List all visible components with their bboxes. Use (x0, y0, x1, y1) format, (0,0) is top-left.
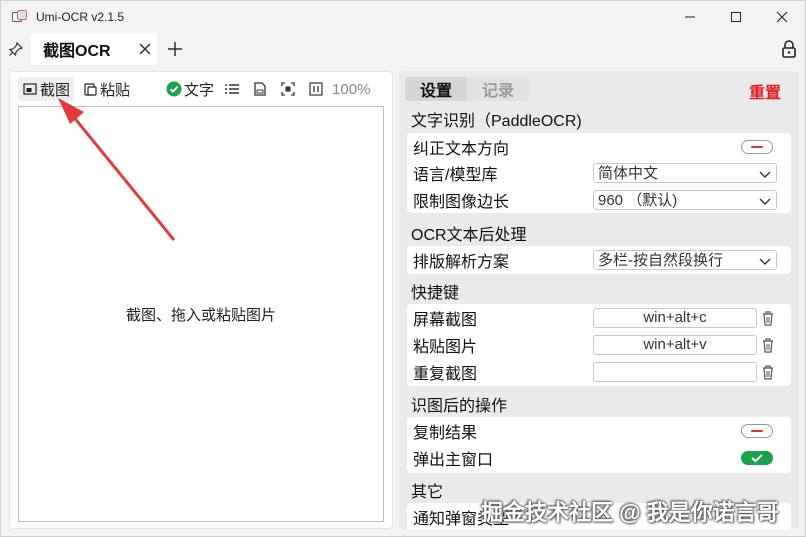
copy-result-toggle[interactable] (741, 423, 773, 438)
ocr-card: 纠正文本方向 语言/模型库 简体中文 限制图像边长 960 （默认) (407, 133, 791, 213)
actual-size-button[interactable] (302, 77, 330, 101)
tab-bar: 截图OCR (1, 33, 805, 65)
popup-main-label: 弹出主窗口 (413, 451, 494, 469)
settings-tabs: 设置 记录 (405, 77, 529, 101)
row-limit: 限制图像边长 960 （默认) (407, 186, 791, 213)
zoom-level: 100% (332, 80, 371, 98)
section-other: 其它 (411, 484, 444, 501)
correct-direction-label: 纠正文本方向 (413, 140, 510, 158)
checkmark-icon (751, 453, 763, 462)
popup-main-toggle[interactable] (741, 450, 773, 465)
plus-icon (168, 42, 182, 56)
layout-value: 多栏-按自然段换行 (598, 252, 723, 269)
check-circle-icon (166, 81, 182, 97)
section-ocr: 文字识别（PaddleOCR) (411, 113, 582, 130)
trash-icon[interactable] (761, 337, 775, 353)
image-toolbar: 截图 粘贴 文字 100% (10, 72, 394, 106)
row-hk-paste: 粘贴图片 win+alt+v (407, 331, 791, 358)
close-icon (776, 11, 788, 23)
maximize-icon (731, 12, 741, 22)
drop-hint: 截图、拖入或粘贴图片 (125, 306, 276, 324)
after-card: 复制结果 弹出主窗口 (407, 417, 791, 473)
section-after: 识图后的操作 (411, 398, 508, 415)
row-layout: 排版解析方案 多栏-按自然段换行 (407, 246, 791, 273)
chevron-down-icon (759, 198, 771, 205)
list-view-button[interactable] (218, 77, 246, 101)
file-icon (254, 82, 266, 96)
trash-icon[interactable] (761, 364, 775, 380)
settings-panel: 设置 记录 重置 文字识别（PaddleOCR) 纠正文本方向 语言/模型库 简… (399, 71, 799, 529)
lock-icon (782, 40, 796, 58)
hk-screenshot-label: 屏幕截图 (413, 311, 478, 329)
pin-button[interactable] (1, 33, 31, 65)
screenshot-button[interactable]: 截图 (18, 77, 75, 101)
paste-button[interactable]: 粘贴 (78, 77, 134, 101)
maximize-button[interactable] (713, 1, 759, 33)
watermark: 掘金技术社区 @ 我是你诺言哥 (481, 500, 779, 525)
list-icon (225, 84, 240, 94)
hk-screenshot-input[interactable]: win+alt+c (593, 307, 757, 328)
row-hk-screenshot: 屏幕截图 win+alt+c (407, 304, 791, 331)
title-bar: Umi-OCR v2.1.5 (1, 1, 805, 33)
screenshot-label: 截图 (40, 81, 71, 99)
chevron-down-icon (759, 258, 771, 265)
text-label: 文字 (184, 81, 215, 99)
copy-result-label: 复制结果 (413, 424, 478, 442)
row-correct-direction: 纠正文本方向 (407, 133, 791, 160)
tab-records[interactable]: 记录 (467, 77, 529, 101)
trash-icon[interactable] (761, 310, 775, 326)
app-logo-icon (12, 10, 28, 24)
lock-button[interactable] (779, 39, 799, 59)
language-value: 简体中文 (598, 165, 659, 182)
app-window: Umi-OCR v2.1.5 截图OCR 截图 粘贴 文字 100% 截图、拖入… (0, 0, 806, 537)
post-card: 排版解析方案 多栏-按自然段换行 (407, 246, 791, 274)
minimize-icon (685, 16, 695, 18)
language-label: 语言/模型库 (413, 166, 498, 184)
minimize-button[interactable] (667, 1, 713, 33)
window-title: Umi-OCR v2.1.5 (36, 10, 125, 24)
hk-repeat-input[interactable] (593, 361, 757, 382)
paste-icon (82, 81, 98, 97)
tab-close-button[interactable] (137, 41, 153, 57)
close-icon (139, 43, 151, 55)
language-select[interactable]: 简体中文 (593, 162, 777, 183)
layout-label: 排版解析方案 (413, 253, 510, 271)
hotkey-card: 屏幕截图 win+alt+c 粘贴图片 win+alt+v 重复截图 (407, 304, 791, 386)
reset-button[interactable]: 重置 (749, 79, 781, 103)
limit-select[interactable]: 960 （默认) (593, 189, 777, 210)
fit-view-button[interactable] (274, 77, 302, 101)
section-post: OCR文本后处理 (411, 227, 527, 244)
limit-value: 960 （默认) (598, 192, 678, 209)
correct-direction-toggle[interactable] (741, 139, 773, 154)
tab-screenshot-ocr[interactable]: 截图OCR (31, 33, 157, 65)
screenshot-icon (22, 81, 38, 97)
image-panel: 截图 粘贴 文字 100% 截图、拖入或粘贴图片 (9, 71, 393, 529)
chevron-down-icon (759, 171, 771, 178)
pin-icon (8, 41, 24, 57)
layout-select[interactable]: 多栏-按自然段换行 (593, 249, 777, 270)
tab-label: 截图OCR (43, 43, 111, 60)
hk-paste-input[interactable]: win+alt+v (593, 334, 757, 355)
limit-label: 限制图像边长 (413, 193, 510, 211)
actual-size-icon (309, 82, 323, 96)
row-popup-main: 弹出主窗口 (407, 444, 791, 471)
tab-settings[interactable]: 设置 (405, 77, 467, 101)
row-hk-repeat: 重复截图 (407, 358, 791, 385)
add-tab-button[interactable] (161, 33, 189, 65)
paste-label: 粘贴 (100, 81, 131, 99)
hk-repeat-label: 重复截图 (413, 365, 478, 383)
row-copy-result: 复制结果 (407, 417, 791, 444)
hk-paste-label: 粘贴图片 (413, 338, 478, 356)
section-hotkey: 快捷键 (411, 285, 460, 302)
text-toggle-button[interactable]: 文字 (162, 77, 218, 101)
save-button[interactable] (246, 77, 274, 101)
close-window-button[interactable] (759, 1, 805, 33)
image-drop-area[interactable]: 截图、拖入或粘贴图片 (18, 106, 384, 522)
fit-screen-icon (281, 82, 295, 96)
row-language: 语言/模型库 简体中文 (407, 159, 791, 186)
